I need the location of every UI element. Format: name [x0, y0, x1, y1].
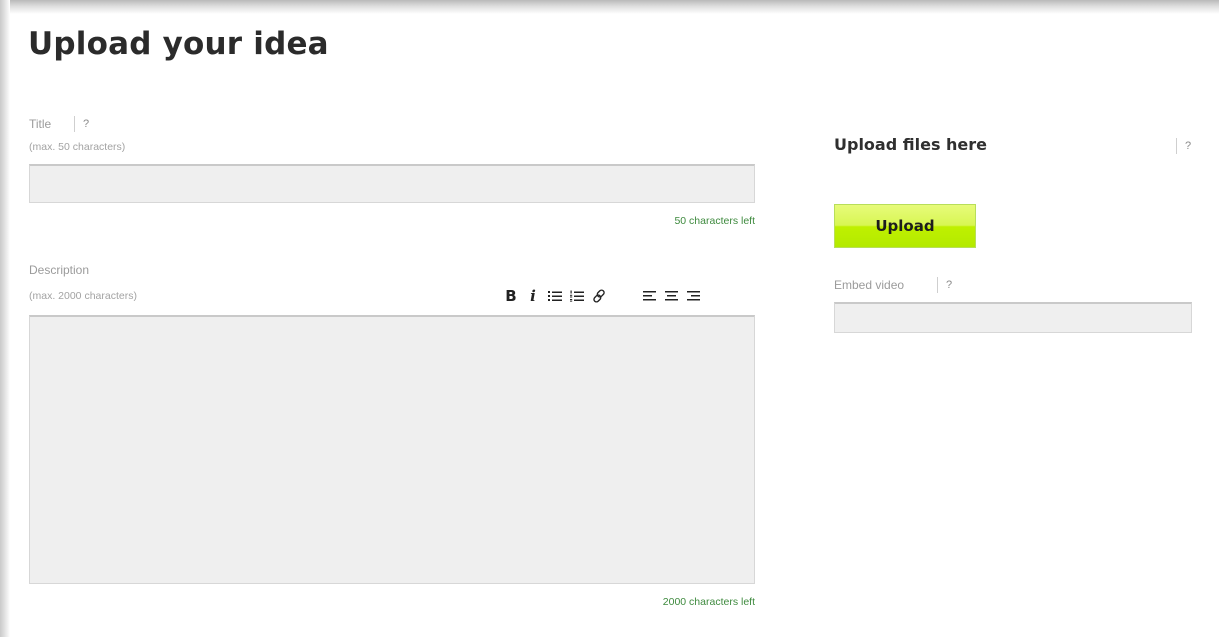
window-shadow-top [0, 0, 1219, 14]
title-counter: 50 characters left [674, 215, 755, 227]
align-right-icon [686, 291, 700, 301]
italic-icon: i [530, 287, 536, 305]
align-right-button[interactable] [682, 285, 704, 307]
page-title: Upload your idea [28, 26, 329, 62]
align-center-button[interactable] [660, 285, 682, 307]
numbered-list-icon [570, 290, 584, 302]
embed-video-label: Embed video [834, 278, 905, 292]
upload-help-link[interactable]: ? [1176, 138, 1191, 154]
description-counter: 2000 characters left [662, 596, 755, 608]
bullet-list-icon [548, 291, 562, 301]
title-input[interactable] [29, 164, 755, 203]
bold-button[interactable]: B [500, 285, 522, 307]
italic-button[interactable]: i [522, 285, 544, 307]
numbered-list-button[interactable] [566, 285, 588, 307]
bullet-list-button[interactable] [544, 285, 566, 307]
align-left-button[interactable] [638, 285, 660, 307]
align-left-icon [642, 291, 656, 301]
title-hint: (max. 50 characters) [29, 141, 126, 153]
bold-icon: B [505, 287, 517, 305]
upload-button[interactable]: Upload [834, 204, 976, 248]
embed-video-input[interactable] [834, 302, 1192, 333]
window-shadow-left [0, 0, 10, 637]
title-label: Title [29, 117, 52, 131]
embed-video-help-link[interactable]: ? [937, 277, 952, 293]
link-icon [593, 289, 605, 303]
formatting-toolbar: B i [500, 285, 704, 307]
description-textarea[interactable] [29, 315, 755, 584]
title-help-link[interactable]: ? [74, 116, 89, 132]
upload-files-heading: Upload files here [834, 135, 988, 154]
description-hint: (max. 2000 characters) [29, 290, 137, 302]
align-center-icon [664, 291, 678, 301]
description-label: Description [29, 263, 90, 277]
link-button[interactable] [588, 285, 610, 307]
